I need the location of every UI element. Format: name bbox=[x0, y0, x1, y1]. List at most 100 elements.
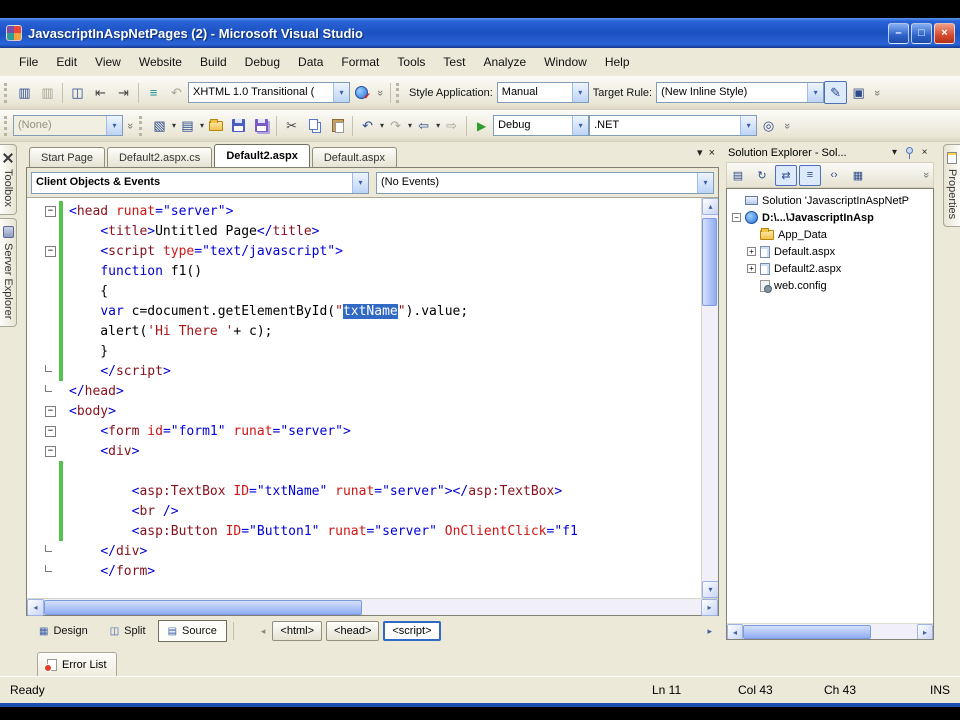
object-combobox[interactable]: Client Objects & Events ▾ bbox=[31, 171, 369, 194]
tag-nav-forward-icon[interactable]: ▸ bbox=[707, 626, 716, 637]
view-button-split[interactable]: ◫ Split bbox=[100, 620, 156, 642]
code-text[interactable]: <body> bbox=[65, 404, 116, 419]
font-name-combobox[interactable]: (None) ▾ bbox=[13, 115, 123, 136]
new-style-button[interactable]: ✎ bbox=[824, 81, 848, 104]
code-text[interactable]: <asp:Button ID="Button1" runat="server" … bbox=[65, 524, 578, 539]
sidebar-tab-server-explorer[interactable]: Server Explorer bbox=[0, 217, 17, 328]
event-combobox[interactable]: (No Events) ▾ bbox=[376, 171, 714, 194]
scroll-thumb[interactable] bbox=[702, 218, 717, 306]
code-text[interactable]: <head runat="server"> bbox=[65, 204, 233, 219]
solution-configurations-combobox[interactable]: Debug ▾ bbox=[493, 115, 590, 136]
expand-icon[interactable]: + bbox=[747, 247, 756, 256]
fold-margin[interactable] bbox=[27, 341, 59, 361]
style-application-combobox[interactable]: Manual ▾ bbox=[496, 82, 589, 103]
code-text[interactable]: </form> bbox=[65, 564, 155, 579]
toolbar-grip[interactable] bbox=[139, 115, 144, 136]
navigate-forward-button[interactable]: ⇨ bbox=[440, 114, 463, 137]
vertical-scrollbar[interactable]: ▴ ▾ bbox=[701, 198, 718, 598]
paste-button[interactable] bbox=[326, 114, 349, 137]
chevron-down-icon[interactable]: ▾ bbox=[333, 83, 349, 102]
scroll-down-icon[interactable]: ▾ bbox=[702, 581, 718, 598]
menu-format[interactable]: Format bbox=[332, 50, 388, 74]
toolbar-grip[interactable] bbox=[396, 82, 401, 103]
fold-collapse-icon[interactable]: − bbox=[45, 405, 56, 417]
code-surface[interactable]: − <head runat="server"> <title>Untitled P… bbox=[27, 198, 701, 598]
code-text[interactable]: <form id="form1" runat="server"> bbox=[65, 424, 351, 439]
menu-view[interactable]: View bbox=[86, 50, 130, 74]
code-text[interactable]: alert('Hi There '+ c); bbox=[65, 324, 272, 339]
nest-related-files-button[interactable]: ≡ bbox=[799, 164, 821, 186]
fold-collapse-icon[interactable]: − bbox=[45, 425, 56, 437]
save-button[interactable] bbox=[227, 114, 250, 137]
code-text[interactable]: </head> bbox=[65, 384, 124, 399]
view-code-button[interactable]: ‹› bbox=[823, 165, 845, 186]
code-text[interactable]: <script type="text/javascript"> bbox=[65, 244, 343, 259]
fold-collapse-icon[interactable]: − bbox=[45, 205, 56, 217]
toolbar-overflow-icon[interactable]: » bbox=[920, 168, 932, 182]
scroll-right-icon[interactable]: ▸ bbox=[701, 599, 718, 616]
auto-hide-pin-icon[interactable] bbox=[902, 147, 917, 159]
breadcrumb-tag-script[interactable]: <script> bbox=[383, 621, 441, 641]
tree-item-d-javascriptinasp[interactable]: − D:\...\JavascriptInAsp bbox=[729, 209, 933, 226]
minimize-button[interactable]: – bbox=[888, 22, 909, 44]
close-document-icon[interactable]: × bbox=[709, 147, 715, 159]
menu-build[interactable]: Build bbox=[191, 50, 236, 74]
fold-margin[interactable] bbox=[27, 481, 59, 501]
redo-button[interactable]: ↷ bbox=[384, 114, 407, 137]
code-text[interactable]: var c=document.getElementById("txtName")… bbox=[65, 303, 468, 319]
fold-margin[interactable]: − bbox=[27, 421, 59, 441]
scroll-thumb[interactable] bbox=[743, 624, 871, 639]
framework-combobox[interactable]: .NET ▾ bbox=[589, 115, 758, 136]
fold-margin[interactable] bbox=[27, 561, 59, 581]
format-selection-button[interactable]: ▥ bbox=[36, 81, 59, 104]
toolbar-overflow-icon[interactable]: » bbox=[871, 86, 883, 100]
check-accessibility-button[interactable] bbox=[350, 81, 373, 104]
fold-collapse-icon[interactable]: − bbox=[45, 245, 56, 257]
toolbar-overflow-icon[interactable]: » bbox=[374, 86, 386, 100]
undo-button[interactable]: ↶ bbox=[356, 114, 379, 137]
collapse-icon[interactable]: − bbox=[732, 213, 741, 222]
chevron-down-icon[interactable]: ▾ bbox=[352, 172, 368, 193]
tree-item-app-data[interactable]: App_Data bbox=[729, 226, 933, 243]
start-debugging-button[interactable]: ▶ bbox=[470, 114, 493, 137]
scroll-right-icon[interactable]: ▸ bbox=[917, 624, 933, 639]
fold-margin[interactable]: − bbox=[27, 201, 59, 221]
scroll-up-icon[interactable]: ▴ bbox=[702, 198, 718, 215]
fold-margin[interactable] bbox=[27, 301, 59, 321]
toolbar-grip[interactable] bbox=[4, 82, 9, 103]
horizontal-scrollbar[interactable]: ◂ ▸ bbox=[27, 598, 718, 616]
copy-website-button[interactable]: ⇄ bbox=[775, 164, 797, 186]
maximize-button[interactable]: □ bbox=[911, 22, 932, 44]
code-text[interactable]: { bbox=[65, 284, 108, 299]
scroll-thumb[interactable] bbox=[44, 599, 362, 615]
active-files-dropdown-icon[interactable]: ▾ bbox=[697, 146, 703, 159]
error-list-tab[interactable]: Error List bbox=[37, 652, 117, 676]
breadcrumb-tag-head[interactable]: <head> bbox=[326, 621, 380, 641]
code-text[interactable]: function f1() bbox=[65, 264, 202, 279]
window-position-icon[interactable]: ▾ bbox=[887, 147, 902, 158]
tree-item-default2-aspx[interactable]: + Default2.aspx bbox=[729, 260, 933, 277]
target-rule-combobox[interactable]: (New Inline Style) ▾ bbox=[656, 82, 825, 103]
navigate-backward-button[interactable]: ⇦ bbox=[412, 114, 435, 137]
solution-explorer-header[interactable]: Solution Explorer - Sol... ▾ × bbox=[726, 143, 934, 162]
sidebar-tab-toolbox[interactable]: Toolbox bbox=[0, 144, 17, 215]
save-all-button[interactable] bbox=[250, 114, 273, 137]
fold-margin[interactable]: − bbox=[27, 241, 59, 261]
toolbar-grip[interactable] bbox=[4, 115, 9, 136]
menu-help[interactable]: Help bbox=[596, 50, 639, 74]
chevron-down-icon[interactable]: ▾ bbox=[697, 172, 713, 193]
format-document-button[interactable]: ▥ bbox=[13, 81, 36, 104]
view-button-source[interactable]: ▤ Source bbox=[157, 620, 227, 642]
fold-margin[interactable]: − bbox=[27, 401, 59, 421]
tab-start-page[interactable]: Start Page bbox=[29, 147, 105, 167]
menu-tools[interactable]: Tools bbox=[388, 50, 434, 74]
close-button[interactable]: × bbox=[934, 22, 955, 44]
refresh-button[interactable]: ↻ bbox=[751, 165, 773, 186]
new-website-button[interactable]: ▧ bbox=[148, 114, 171, 137]
chevron-down-icon[interactable]: ▾ bbox=[807, 83, 824, 102]
code-text[interactable]: <div> bbox=[65, 444, 139, 459]
menu-edit[interactable]: Edit bbox=[47, 50, 86, 74]
sidebar-tab-properties[interactable]: Properties bbox=[943, 144, 960, 228]
fold-margin[interactable] bbox=[27, 541, 59, 561]
view-designer-button[interactable]: ▦ bbox=[847, 165, 869, 186]
